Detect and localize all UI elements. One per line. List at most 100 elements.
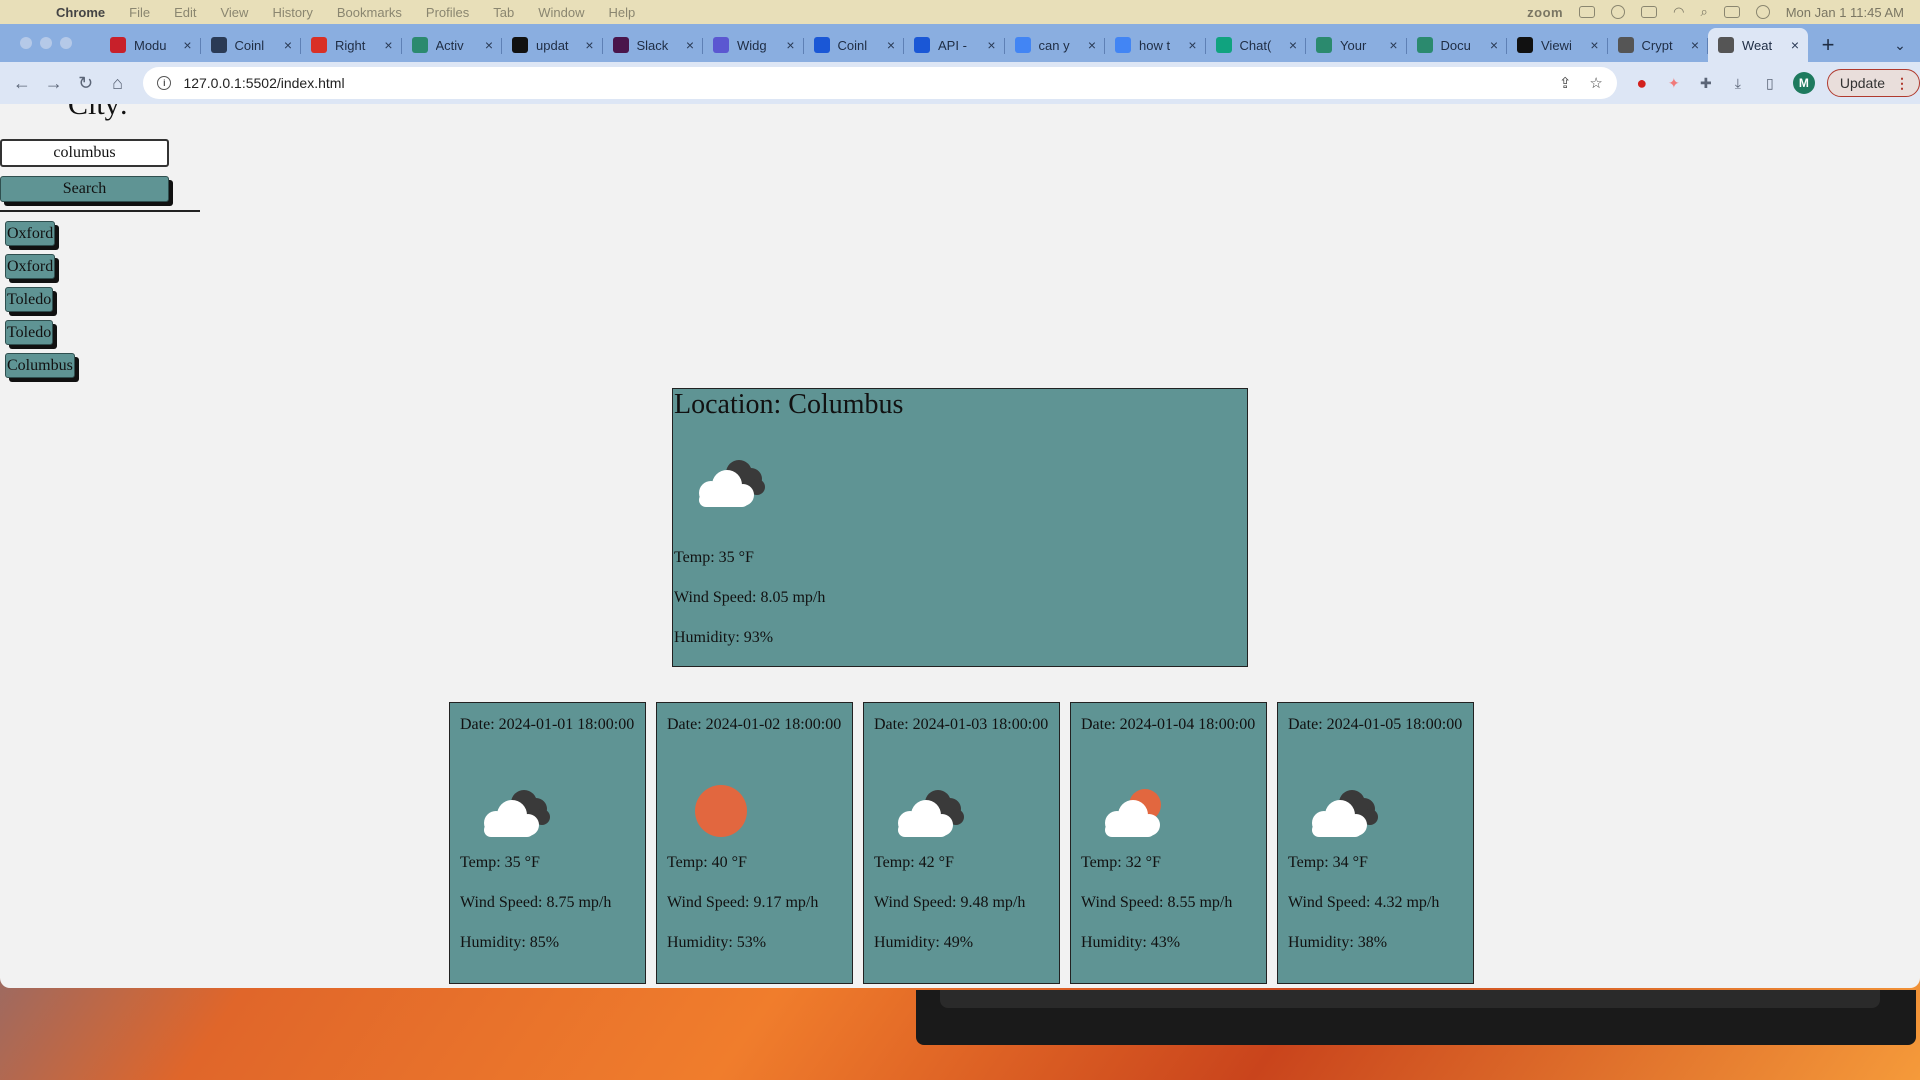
search-history-list: Oxford Oxford Toledo Toledo Columbus (5, 221, 75, 378)
menu-bookmarks[interactable]: Bookmarks (325, 5, 414, 20)
back-arrow-icon[interactable]: ← (6, 67, 38, 99)
address-url[interactable]: 127.0.0.1:5502/index.html (183, 75, 1540, 91)
tab-active[interactable]: Weat × (1708, 28, 1808, 62)
city-search-input[interactable] (0, 139, 169, 167)
tab[interactable]: Modu × (100, 28, 201, 62)
tab[interactable]: Coinl × (201, 28, 302, 62)
menu-file[interactable]: File (117, 5, 162, 20)
forward-arrow-icon[interactable]: → (38, 67, 70, 99)
tab-title: Coinl (234, 37, 265, 53)
history-button-oxford[interactable]: Oxford (5, 254, 56, 279)
update-button[interactable]: Update ⋮ (1826, 69, 1920, 97)
screen-mirroring-icon[interactable] (1579, 6, 1596, 18)
history-button-oxford[interactable]: Oxford (5, 221, 56, 246)
tab-close-icon[interactable]: × (1487, 37, 1501, 53)
tab-close-icon[interactable]: × (482, 37, 496, 53)
new-tab-button[interactable]: + (1808, 28, 1848, 62)
zoom-status-label[interactable]: zoom (1527, 5, 1563, 20)
tab-close-icon[interactable]: × (985, 37, 999, 53)
zoom-window-icon[interactable] (60, 37, 72, 49)
battery-icon[interactable] (1641, 6, 1658, 18)
background-window (916, 990, 1916, 1045)
tab-title: Activ (435, 37, 464, 53)
c-logo-icon (813, 37, 830, 53)
globe-icon (1617, 37, 1634, 53)
forecast-card: Date: 2024-01-05 18:00:00 Temp: 34 °F Wi… (1277, 702, 1474, 984)
tab-close-icon[interactable]: × (1286, 37, 1300, 53)
wifi-icon[interactable]: ◠ (1673, 4, 1684, 20)
menu-app-name[interactable]: Chrome (44, 5, 117, 20)
tab[interactable]: Coinl × (804, 28, 905, 62)
minimize-window-icon[interactable] (40, 37, 52, 49)
extension-icon[interactable]: ✦ (1665, 74, 1683, 92)
tab[interactable]: updat × (502, 28, 603, 62)
menu-window[interactable]: Window (526, 5, 596, 20)
tab[interactable]: Chat(× (1206, 28, 1307, 62)
menu-history[interactable]: History (260, 5, 324, 20)
tab[interactable]: API - × (904, 28, 1005, 62)
tab-close-icon[interactable]: × (683, 37, 697, 53)
tab-search-chevron-icon[interactable]: ⌄ (1880, 28, 1920, 62)
sun-icon (679, 781, 763, 841)
home-icon[interactable]: ⌂ (102, 67, 134, 99)
tab-close-icon[interactable]: × (884, 37, 898, 53)
slack-icon (612, 37, 629, 53)
search-button[interactable]: Search (0, 176, 169, 202)
tab-close-icon[interactable]: × (583, 37, 597, 53)
reload-icon[interactable]: ↻ (70, 67, 102, 99)
adblock-extension-icon[interactable]: ● (1633, 73, 1651, 93)
forecast-date: Date: 2024-01-04 18:00:00 (1081, 716, 1256, 733)
forecast-card: Date: 2024-01-03 18:00:00 Temp: 42 °F Wi… (863, 702, 1060, 984)
tab-title: Crypt (1641, 37, 1673, 53)
current-wind: Wind Speed: 8.05 mp/h (674, 589, 826, 606)
address-bar[interactable]: i 127.0.0.1:5502/index.html ⇪ ☆ (143, 67, 1617, 99)
tab[interactable]: Slack × (603, 28, 704, 62)
history-button-columbus[interactable]: Columbus (5, 353, 75, 378)
close-window-icon[interactable] (20, 37, 32, 49)
tab-title: Modu (134, 37, 167, 53)
history-button-toledo[interactable]: Toledo (5, 320, 54, 345)
control-center-icon[interactable] (1723, 6, 1740, 18)
forecast-humidity: Humidity: 38% (1288, 934, 1388, 951)
tab[interactable]: how t × (1105, 28, 1206, 62)
google-icon (1115, 37, 1131, 53)
tab[interactable]: Activ × (402, 28, 503, 62)
tab[interactable]: Crypt × (1608, 28, 1709, 62)
menu-view[interactable]: View (208, 5, 260, 20)
menu-profiles[interactable]: Profiles (414, 5, 481, 20)
tab-close-icon[interactable]: × (1788, 37, 1802, 53)
tab[interactable]: Docu × (1407, 28, 1508, 62)
history-button-toledo[interactable]: Toledo (5, 287, 54, 312)
github-icon (1517, 37, 1533, 53)
tab-close-icon[interactable]: × (1387, 37, 1401, 53)
profile-avatar[interactable]: M (1792, 72, 1815, 94)
tab[interactable]: Right × (301, 28, 402, 62)
current-weather-card: Location: Columbus Temp: 35 °F Wind Spee… (672, 388, 1248, 667)
download-icon[interactable]: ⤓ (1729, 74, 1747, 92)
play-icon[interactable] (1611, 5, 1626, 19)
tab-close-icon[interactable]: × (1186, 37, 1200, 53)
siri-icon[interactable] (1755, 5, 1770, 19)
menu-help[interactable]: Help (597, 5, 648, 20)
tab-close-icon[interactable]: × (382, 37, 396, 53)
tab-close-icon[interactable]: × (1688, 37, 1702, 53)
cloudy-icon (687, 451, 771, 511)
menu-tab[interactable]: Tab (481, 5, 526, 20)
puzzle-extensions-icon[interactable]: ✚ (1697, 74, 1715, 92)
bookmark-star-icon[interactable]: ☆ (1589, 74, 1602, 92)
tab-close-icon[interactable]: × (1588, 37, 1602, 53)
tab[interactable]: can y × (1005, 28, 1106, 62)
tab-close-icon[interactable]: × (281, 37, 295, 53)
tab-close-icon[interactable]: × (181, 37, 195, 53)
tab-close-icon[interactable]: × (784, 37, 798, 53)
tab-close-icon[interactable]: × (1085, 37, 1099, 53)
menu-edit[interactable]: Edit (162, 5, 208, 20)
tab[interactable]: Widg × (703, 28, 804, 62)
menu-clock[interactable]: Mon Jan 1 11:45 AM (1786, 5, 1904, 20)
tab[interactable]: Viewi × (1507, 28, 1608, 62)
site-info-icon[interactable]: i (157, 76, 172, 90)
share-icon[interactable]: ⇪ (1559, 74, 1572, 92)
side-panel-icon[interactable]: ▯ (1761, 74, 1779, 92)
spotlight-search-icon[interactable]: ⌕ (1700, 4, 1707, 20)
tab[interactable]: Your × (1306, 28, 1407, 62)
